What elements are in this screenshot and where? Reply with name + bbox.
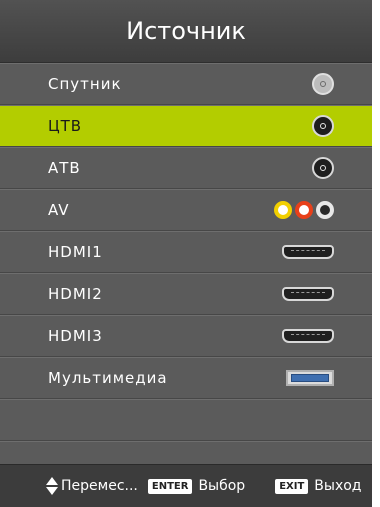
- enter-key-icon: ENTER: [147, 478, 193, 494]
- source-item-label: HDMI3: [48, 327, 103, 345]
- source-item-hdmi2[interactable]: HDMI2: [0, 273, 372, 315]
- source-item-multimedia[interactable]: Мультимедиа: [0, 357, 372, 399]
- exit-hint-label: Выход: [314, 478, 362, 494]
- coax-connector-icon: [312, 115, 334, 137]
- source-item-dtv[interactable]: ЦТВ: [0, 105, 372, 147]
- source-item-label: AV: [48, 201, 70, 219]
- select-hint-label: Выбор: [198, 478, 246, 494]
- source-item-label: HDMI1: [48, 243, 103, 261]
- coax-connector-icon: [312, 157, 334, 179]
- hdmi-port-icon: [282, 329, 334, 343]
- empty-row: [0, 399, 372, 441]
- hdmi-port-icon: [282, 245, 334, 259]
- source-item-hdmi1[interactable]: HDMI1: [0, 231, 372, 273]
- move-hint: Перемес...: [46, 477, 138, 495]
- source-item-satellite[interactable]: Спутник: [0, 63, 372, 105]
- source-item-label: HDMI2: [48, 285, 103, 303]
- menu-title: Источник: [0, 0, 372, 63]
- source-item-label: Спутник: [48, 75, 122, 93]
- up-down-arrow-icon: [46, 477, 58, 495]
- hdmi-port-icon: [282, 287, 334, 301]
- satellite-connector-icon: [312, 73, 334, 95]
- footer-hints: Перемес... ENTER Выбор EXIT Выход: [0, 464, 372, 507]
- source-item-label: АТВ: [48, 159, 81, 177]
- exit-hint: EXIT Выход: [275, 478, 361, 494]
- usb-port-icon: [286, 370, 334, 386]
- source-item-av[interactable]: AV: [0, 189, 372, 231]
- source-item-atv[interactable]: АТВ: [0, 147, 372, 189]
- source-item-hdmi3[interactable]: HDMI3: [0, 315, 372, 357]
- move-hint-label: Перемес...: [61, 478, 138, 494]
- exit-key-icon: EXIT: [275, 478, 309, 494]
- select-hint: ENTER Выбор: [147, 478, 246, 494]
- source-item-label: ЦТВ: [48, 117, 83, 135]
- source-item-label: Мультимедиа: [48, 369, 168, 387]
- source-menu: Источник Спутник ЦТВ АТВ AV HDMI1 HDMI2 …: [0, 0, 372, 507]
- rca-connectors-icon: [274, 201, 334, 219]
